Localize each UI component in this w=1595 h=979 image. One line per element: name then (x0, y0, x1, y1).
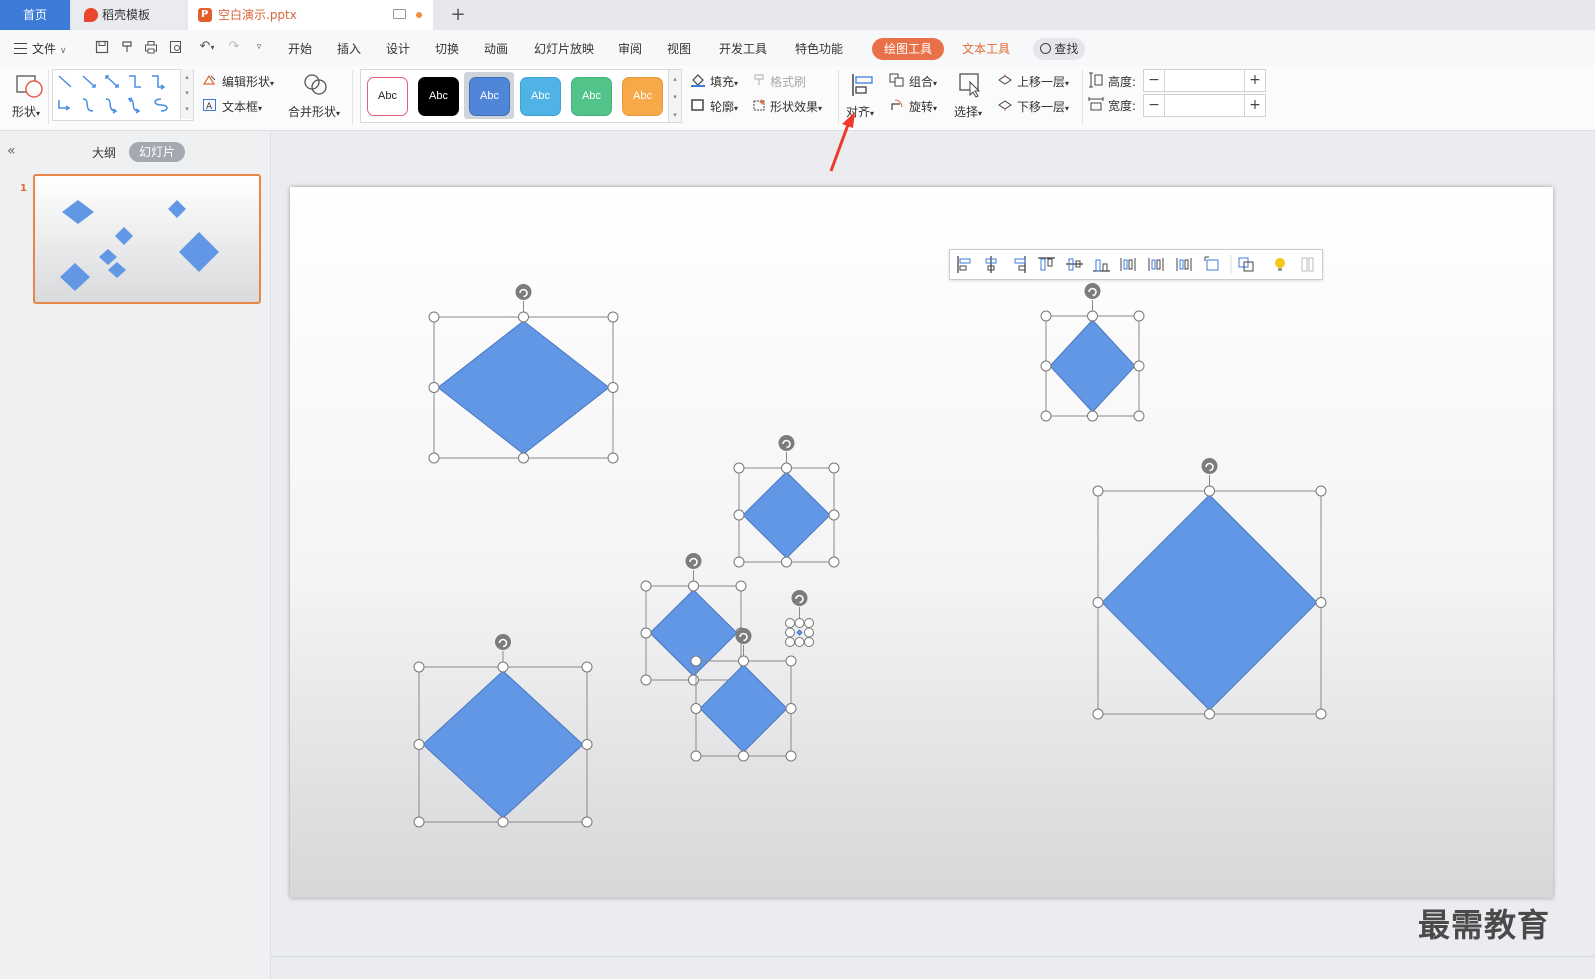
resize-handle[interactable] (733, 462, 745, 474)
smart-tip-icon[interactable] (1275, 258, 1285, 271)
align-right-icon[interactable] (1014, 256, 1026, 273)
resize-handle[interactable] (428, 382, 440, 393)
rotate-handle-icon[interactable] (1201, 458, 1218, 474)
resize-handle[interactable] (785, 750, 797, 762)
resize-handle[interactable] (1092, 708, 1104, 720)
arrange-icon[interactable] (1238, 257, 1254, 272)
resize-handle[interactable] (785, 618, 795, 628)
resize-handle[interactable] (804, 618, 814, 628)
resize-handle[interactable] (735, 580, 747, 592)
rotate-handle-icon[interactable] (1084, 283, 1101, 299)
resize-handle[interactable] (828, 462, 840, 474)
resize-handle[interactable] (581, 661, 593, 673)
align-middle-icon[interactable] (1066, 258, 1083, 271)
resize-handle[interactable] (1133, 310, 1145, 322)
align-bottom-icon[interactable] (1093, 259, 1110, 272)
resize-handle[interactable] (733, 556, 745, 568)
rotate-handle-icon[interactable] (791, 590, 808, 606)
resize-handle[interactable] (794, 637, 805, 647)
resize-handle[interactable] (690, 750, 702, 762)
resize-handle[interactable] (607, 311, 619, 323)
rotate-handle-icon[interactable] (515, 284, 532, 300)
resize-handle[interactable] (738, 750, 749, 762)
distribute-icon[interactable] (1120, 258, 1136, 271)
rotate-handle-icon[interactable] (685, 553, 702, 569)
resize-handle[interactable] (1133, 360, 1145, 372)
resize-handle[interactable] (428, 452, 440, 464)
resize-handle[interactable] (1092, 597, 1104, 608)
resize-handle[interactable] (413, 739, 425, 750)
resize-handle[interactable] (738, 655, 749, 667)
diamond-shape[interactable] (1049, 319, 1136, 413)
resize-handle[interactable] (497, 816, 509, 828)
resize-handle[interactable] (781, 462, 792, 474)
resize-handle[interactable] (828, 556, 840, 568)
resize-handle[interactable] (1315, 485, 1327, 497)
align-left-icon[interactable] (957, 256, 971, 273)
align-to-slide-icon[interactable] (1204, 256, 1219, 271)
resize-handle[interactable] (1315, 597, 1327, 608)
resize-handle[interactable] (1040, 410, 1052, 422)
resize-handle[interactable] (1040, 310, 1052, 322)
resize-handle[interactable] (785, 655, 797, 667)
resize-handle[interactable] (413, 661, 425, 673)
diamond-shape[interactable] (699, 664, 788, 753)
resize-handle[interactable] (781, 556, 792, 568)
slide-shapes-layer (413, 283, 1327, 828)
diamond-shape[interactable] (1101, 494, 1318, 711)
resize-handle[interactable] (828, 509, 840, 521)
resize-handle[interactable] (1315, 708, 1327, 720)
resize-handle[interactable] (1133, 410, 1145, 422)
resize-handle[interactable] (804, 637, 814, 647)
resize-handle[interactable] (1087, 310, 1098, 322)
resize-handle[interactable] (688, 580, 699, 592)
resize-handle[interactable] (518, 311, 529, 323)
resize-handle[interactable] (428, 311, 440, 323)
resize-handle[interactable] (804, 627, 814, 638)
align-center-icon[interactable] (985, 256, 997, 273)
resize-handle[interactable] (688, 674, 699, 686)
diamond-shape[interactable] (742, 471, 831, 559)
rotate-handle-icon[interactable] (778, 435, 795, 451)
resize-handle[interactable] (497, 661, 509, 673)
resize-handle[interactable] (785, 627, 795, 638)
diamond-shape[interactable] (437, 320, 610, 455)
resize-handle[interactable] (690, 703, 702, 714)
resize-handle[interactable] (794, 618, 805, 628)
watermark: 最需教育 (1418, 906, 1551, 944)
resize-handle[interactable] (1204, 485, 1215, 497)
resize-handle[interactable] (1087, 410, 1098, 422)
align-options-icons (957, 255, 1314, 274)
resize-handle[interactable] (640, 674, 652, 686)
resize-handle[interactable] (413, 816, 425, 828)
resize-handle[interactable] (1204, 708, 1215, 720)
resize-handle[interactable] (733, 509, 745, 521)
more-align-icon[interactable] (1301, 257, 1314, 272)
diamond-shape[interactable] (796, 629, 803, 636)
resize-handle[interactable] (607, 382, 619, 393)
rotate-handle-icon[interactable] (495, 634, 511, 650)
resize-handle[interactable] (1040, 360, 1052, 372)
resize-handle[interactable] (690, 655, 702, 667)
resize-handle[interactable] (581, 816, 593, 828)
resize-handle[interactable] (785, 637, 795, 647)
resize-handle[interactable] (607, 452, 619, 464)
resize-handle[interactable] (640, 627, 652, 639)
resize-handle[interactable] (1092, 485, 1104, 497)
align-top-icon[interactable] (1038, 257, 1055, 271)
resize-handle[interactable] (785, 703, 797, 714)
resize-handle[interactable] (518, 452, 529, 464)
diamond-shape[interactable] (422, 670, 584, 819)
floating-align-toolbar (949, 249, 1323, 280)
rotate-handle-icon[interactable] (735, 628, 752, 644)
distribute-horizontal-icon[interactable] (1148, 258, 1164, 271)
resize-handle[interactable] (640, 580, 652, 592)
distribute-vertical-icon[interactable] (1176, 258, 1192, 271)
resize-handle[interactable] (581, 739, 593, 750)
